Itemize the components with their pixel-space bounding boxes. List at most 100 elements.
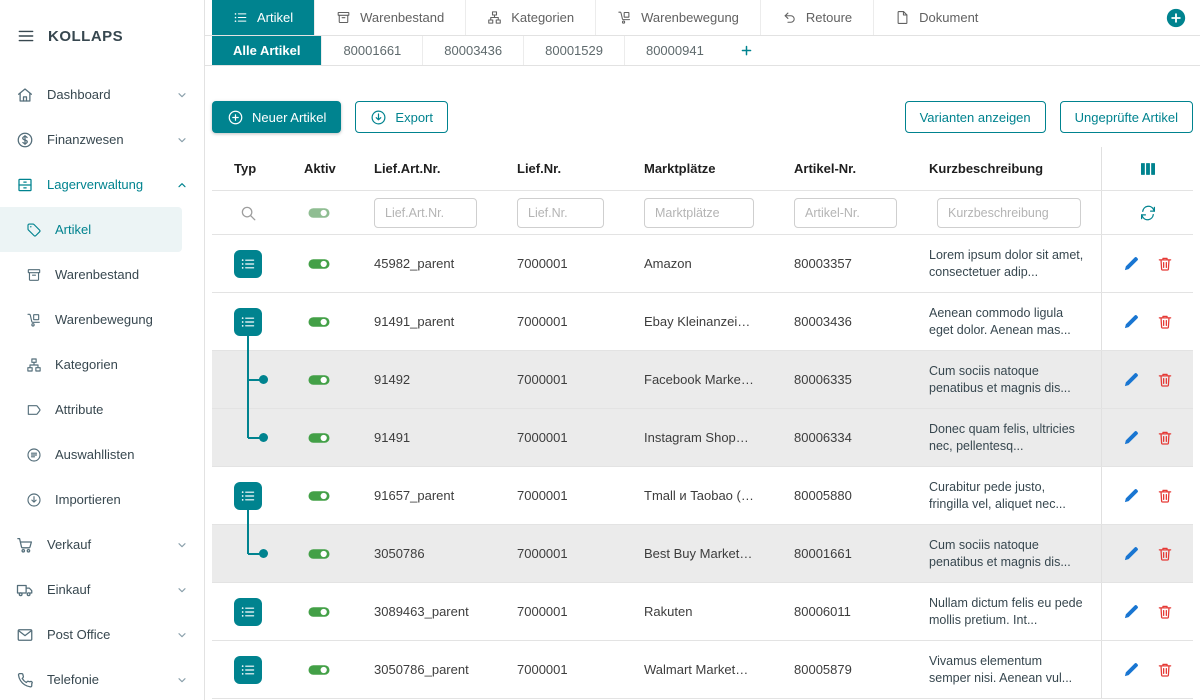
col-header-typ[interactable]: Typ	[212, 161, 284, 176]
type-list-icon	[234, 482, 262, 510]
unchecked-articles-button[interactable]: Ungeprüfte Artikel	[1060, 101, 1193, 133]
active-toggle-icon[interactable]	[307, 542, 331, 566]
sidebar-item-warenbestand[interactable]: Warenbestand	[0, 252, 204, 297]
table-row[interactable]: 914917000001Instagram Shopping80006334Do…	[212, 409, 1193, 467]
col-header-lief-nr[interactable]: Lief.Nr.	[497, 161, 624, 176]
filter-lief-nr-input[interactable]	[517, 198, 604, 228]
table-row[interactable]: 3089463_parent7000001Rakuten80006011Null…	[212, 583, 1193, 641]
active-toggle-icon[interactable]	[307, 252, 331, 276]
active-toggle-icon[interactable]	[307, 600, 331, 624]
tab-artikel[interactable]: Artikel	[212, 0, 314, 35]
delete-button[interactable]	[1156, 429, 1174, 447]
delete-button[interactable]	[1156, 545, 1174, 563]
table-row[interactable]: 914927000001Facebook Marketp...80006335C…	[212, 351, 1193, 409]
lief-art-nr-cell: 45982_parent	[354, 256, 497, 271]
col-header-marktplaetze[interactable]: Marktplätze	[624, 161, 774, 176]
col-header-lief-art-nr[interactable]: Lief.Art.Nr.	[354, 161, 497, 176]
edit-button[interactable]	[1122, 603, 1140, 621]
filter-lief-art-nr-input[interactable]	[374, 198, 477, 228]
sidebar-item-artikel[interactable]: Artikel	[0, 207, 182, 252]
subtab-80000941[interactable]: 80000941	[624, 36, 725, 65]
table-row[interactable]: 91657_parent7000001Tmall и Taobao (Al...…	[212, 467, 1193, 525]
main-content: ArtikelWarenbestandKategorienWarenbewegu…	[205, 0, 1200, 700]
tab-warenbewegung[interactable]: Warenbewegung	[595, 0, 760, 35]
home-icon	[16, 86, 34, 104]
col-header-artikel-nr[interactable]: Artikel-Nr.	[774, 161, 917, 176]
edit-button[interactable]	[1122, 545, 1140, 563]
sidebar-item-einkauf[interactable]: Einkauf	[0, 567, 204, 612]
chevron-down-icon	[174, 627, 190, 643]
table-row[interactable]: 45982_parent7000001Amazon80003357Lorem i…	[212, 235, 1193, 293]
add-main-tab-button[interactable]	[1165, 7, 1187, 29]
sidebar-item-importieren[interactable]: Importieren	[0, 477, 204, 522]
tab-dokument[interactable]: Dokument	[873, 0, 999, 35]
delete-button[interactable]	[1156, 487, 1174, 505]
refresh-icon[interactable]	[1139, 204, 1157, 222]
sidebar-item-telefonie[interactable]: Telefonie	[0, 657, 204, 700]
edit-button[interactable]	[1122, 371, 1140, 389]
tab-kategorien[interactable]: Kategorien	[465, 0, 595, 35]
tab-warenbestand[interactable]: Warenbestand	[314, 0, 465, 35]
delete-button[interactable]	[1156, 313, 1174, 331]
edit-button[interactable]	[1122, 661, 1140, 679]
filter-marktplaetze-input[interactable]	[644, 198, 754, 228]
col-header-actions	[1101, 147, 1193, 190]
sidebar-item-attribute[interactable]: Attribute	[0, 387, 204, 432]
edit-button[interactable]	[1122, 313, 1140, 331]
active-filter-toggle-icon[interactable]	[307, 201, 331, 225]
sidebar-item-warenbewegung[interactable]: Warenbewegung	[0, 297, 204, 342]
edit-button[interactable]	[1122, 255, 1140, 273]
type-cell	[212, 525, 284, 582]
add-sub-tab-button[interactable]	[739, 43, 754, 58]
filter-lief-art-nr-cell	[354, 198, 497, 228]
col-header-kurzbeschreibung[interactable]: Kurzbeschreibung	[917, 161, 1101, 176]
show-variants-button[interactable]: Varianten anzeigen	[905, 101, 1046, 133]
subtab-alle-artikel[interactable]: Alle Artikel	[212, 36, 321, 65]
delete-button[interactable]	[1156, 255, 1174, 273]
table-row[interactable]: 3050786_parent7000001Walmart Marketpl...…	[212, 641, 1193, 699]
sidebar-item-finanzwesen[interactable]: Finanzwesen	[0, 117, 204, 162]
type-list-icon	[234, 598, 262, 626]
articles-table: Typ Aktiv Lief.Art.Nr. Lief.Nr. Marktplä…	[212, 147, 1193, 700]
active-cell	[284, 658, 354, 682]
columns-icon[interactable]	[1138, 159, 1158, 179]
sidebar-item-post-office[interactable]: Post Office	[0, 612, 204, 657]
active-toggle-icon[interactable]	[307, 368, 331, 392]
chevron-down-icon	[174, 132, 190, 148]
sidebar-item-lagerverwaltung[interactable]: Lagerverwaltung	[0, 162, 204, 207]
sidebar-item-verkauf[interactable]: Verkauf	[0, 522, 204, 567]
delete-button[interactable]	[1156, 603, 1174, 621]
edit-button[interactable]	[1122, 487, 1140, 505]
active-toggle-icon[interactable]	[307, 658, 331, 682]
sidebar-item-dashboard[interactable]: Dashboard	[0, 72, 204, 117]
search-icon[interactable]	[239, 204, 257, 222]
type-cell	[212, 641, 284, 698]
menu-icon[interactable]	[16, 26, 36, 46]
active-toggle-icon[interactable]	[307, 484, 331, 508]
type-cell	[212, 235, 284, 292]
subtab-label: 80001661	[343, 43, 401, 58]
type-cell	[212, 409, 284, 466]
archive-icon	[26, 267, 42, 283]
subtab-80001661[interactable]: 80001661	[321, 36, 422, 65]
subtab-label: Alle Artikel	[233, 43, 300, 58]
active-toggle-icon[interactable]	[307, 310, 331, 334]
export-button[interactable]: Export	[355, 101, 448, 133]
sidebar-item-auswahllisten[interactable]: Auswahllisten	[0, 432, 204, 477]
filter-kurzbeschreibung-input[interactable]	[937, 198, 1081, 228]
filter-artikel-nr-input[interactable]	[794, 198, 897, 228]
table-row[interactable]: 30507867000001Best Buy Marketpl...800016…	[212, 525, 1193, 583]
edit-button[interactable]	[1122, 429, 1140, 447]
col-header-aktiv[interactable]: Aktiv	[284, 161, 354, 176]
sidebar-item-kategorien[interactable]: Kategorien	[0, 342, 204, 387]
tab-retoure[interactable]: Retoure	[760, 0, 873, 35]
delete-button[interactable]	[1156, 371, 1174, 389]
subtab-80001529[interactable]: 80001529	[523, 36, 624, 65]
delete-button[interactable]	[1156, 661, 1174, 679]
table-row[interactable]: 91491_parent7000001Ebay Kleinanzeigen800…	[212, 293, 1193, 351]
tree-connector-dot	[259, 375, 268, 384]
subtab-label: 80000941	[646, 43, 704, 58]
subtab-80003436[interactable]: 80003436	[422, 36, 523, 65]
new-article-button[interactable]: Neuer Artikel	[212, 101, 341, 133]
active-toggle-icon[interactable]	[307, 426, 331, 450]
